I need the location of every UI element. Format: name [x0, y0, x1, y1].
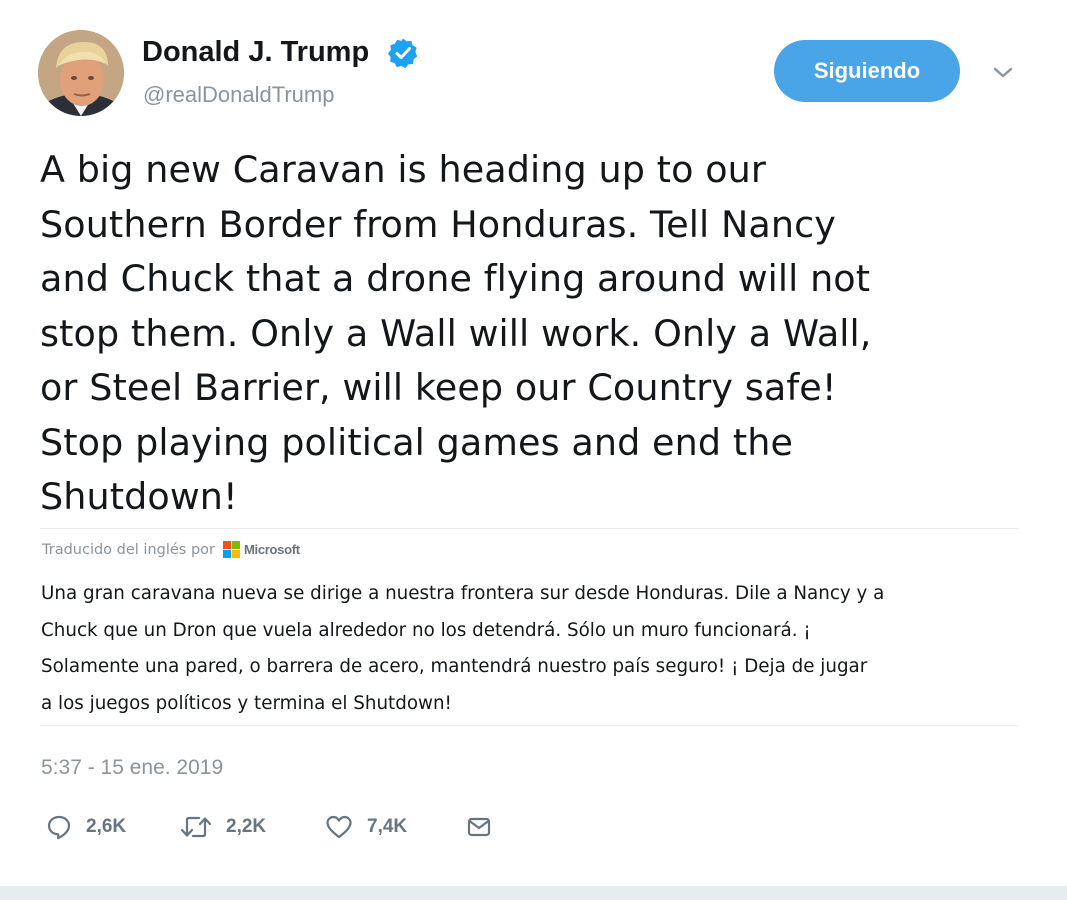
tweet-card: Donald J. Trump @realDonaldTrump Siguien…: [0, 0, 1067, 888]
like-button[interactable]: 7,4K: [325, 811, 407, 843]
display-name[interactable]: Donald J. Trump: [142, 36, 369, 69]
translation-top-divider: [40, 528, 1018, 529]
timeline-background: [0, 886, 1067, 900]
tweet-text: A big new Caravan is heading up to our S…: [40, 148, 872, 518]
retweet-button[interactable]: 2,2K: [180, 811, 266, 843]
translated-text: Una gran caravana nueva se dirige a nues…: [41, 583, 885, 714]
like-count: 7,4K: [367, 816, 408, 837]
reply-bubble-icon: [47, 815, 71, 840]
avatar[interactable]: [38, 30, 124, 116]
user-handle[interactable]: @realDonaldTrump: [143, 82, 334, 108]
direct-message-button[interactable]: [466, 811, 492, 843]
avatar-portrait-icon: [38, 30, 124, 116]
retweet-arrows-icon: [180, 816, 212, 838]
following-button[interactable]: Siguiendo: [774, 40, 960, 102]
envelope-icon: [467, 817, 491, 837]
reply-count: 2,6K: [86, 816, 127, 837]
tweet-timestamp[interactable]: 5:37 - 15 ene. 2019: [41, 756, 223, 780]
chevron-down-icon[interactable]: [990, 64, 1016, 82]
microsoft-logo-icon: [223, 541, 240, 558]
translation-attribution: Traducido del inglés por Microsoft: [42, 541, 300, 558]
retweet-count: 2,2K: [226, 816, 267, 837]
verified-badge-icon: [388, 38, 418, 68]
translation-bottom-divider: [40, 725, 1018, 726]
translation-provider: Microsoft: [244, 542, 300, 557]
translation-attribution-label: Traducido del inglés por: [42, 541, 215, 558]
reply-button[interactable]: 2,6K: [46, 811, 126, 843]
heart-icon: [326, 815, 352, 839]
